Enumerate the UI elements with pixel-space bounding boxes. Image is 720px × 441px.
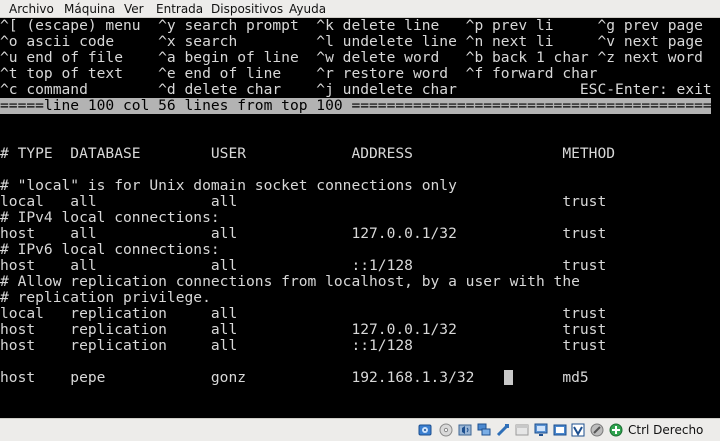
menu-archivo[interactable]: Archivo [9,2,54,16]
optical-drive-icon[interactable] [439,423,453,437]
usb-icon[interactable] [496,423,510,437]
display-icon[interactable] [534,423,548,437]
editor-status-bar: =====line 100 col 56 lines from top 100 … [0,98,720,114]
menu-maquina[interactable]: Máquina [64,2,115,16]
text-line: host pepe gonz 192.168.1.3/32 md5 [0,369,589,386]
hard-disk-icon[interactable] [418,423,432,437]
menu-entrada[interactable]: Entrada [156,2,203,16]
menu-dispositivos[interactable]: Dispositivos [211,2,283,16]
recording-icon[interactable] [571,423,585,437]
help-line: ^t top of text ^e end of line ^r restore… [0,65,598,82]
help-line: ^[ (escape) menu ^y search prompt ^k del… [0,18,703,34]
keyboard-capture-icon[interactable] [609,423,623,437]
shared-folders-icon[interactable] [515,423,529,437]
text-line: # replication privilege. [0,289,211,306]
help-line: ^o ascii code ^x search ^l undelete line… [0,33,703,50]
menu-ver[interactable]: Ver [124,2,144,16]
video-capture-icon[interactable] [553,423,567,437]
text-line: local replication all trust [0,305,607,322]
text-line: # IPv6 local connections: [0,241,220,258]
menu-ayuda[interactable]: Ayuda [289,2,326,16]
text-cursor [504,370,513,385]
status-line: =====line 100 col 56 lines from top 100 … [0,97,720,114]
virtualbox-window: Archivo Máquina Ver Entrada Dispositivos… [0,0,720,441]
text-line: # Allow replication connections from loc… [0,273,580,290]
text-line: # TYPE DATABASE USER ADDRESS METHOD [0,145,616,162]
text-line: local all all trust [0,193,607,210]
help-line: ^u end of file ^a begin of line ^w delet… [0,49,703,66]
audio-icon[interactable] [458,423,472,437]
virtualization-icon[interactable] [590,423,604,437]
network-icon[interactable] [477,423,491,437]
menu-bar: Archivo Máquina Ver Entrada Dispositivos… [0,0,720,18]
text-line: # "local" is for Unix domain socket conn… [0,177,457,194]
host-key-label: Ctrl Derecho [628,423,704,437]
text-line: host all all ::1/128 trust [0,257,607,274]
terminal-screen[interactable]: ^[ (escape) menu ^y search prompt ^k del… [0,18,720,418]
help-line: ^c command ^d delete char ^j undelete ch… [0,81,712,98]
text-line: # IPv4 local connections: [0,209,220,226]
text-line: host replication all 127.0.0.1/32 trust [0,321,607,338]
vm-status-bar: Ctrl Derecho [0,418,720,441]
text-line: host replication all ::1/128 trust [0,337,607,354]
text-line: host all all 127.0.0.1/32 trust [0,225,607,242]
